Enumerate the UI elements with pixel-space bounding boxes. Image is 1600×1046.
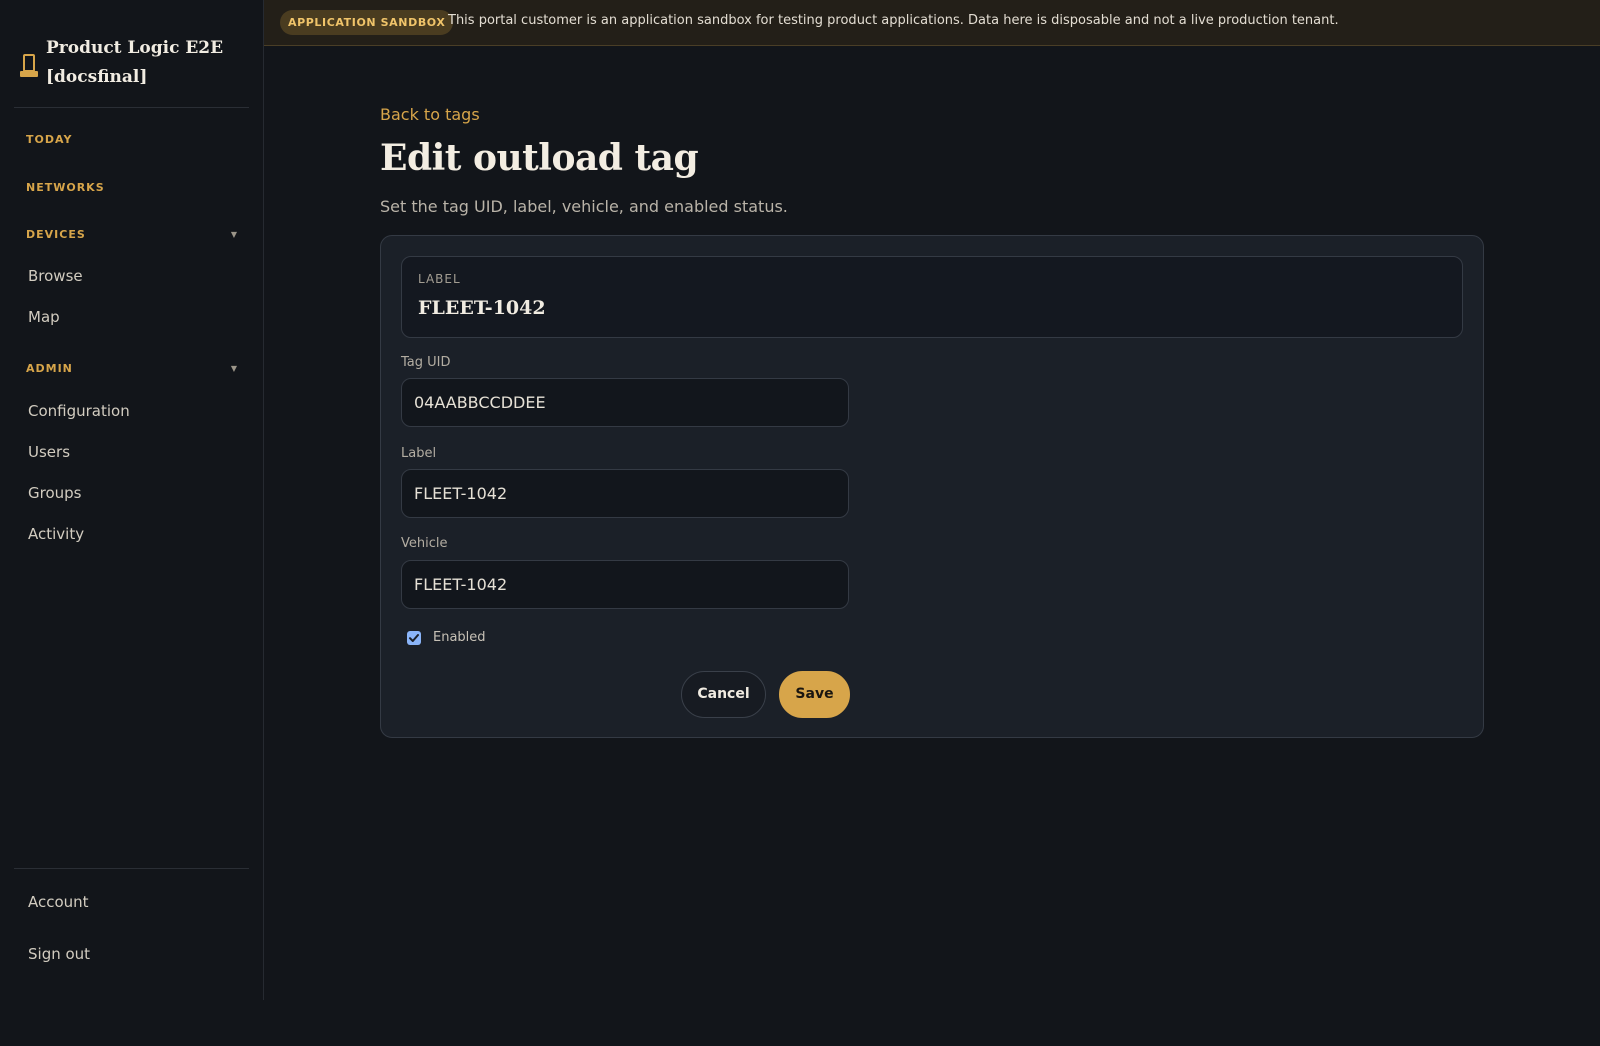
sidebar-item-browse[interactable]: Browse — [28, 264, 238, 288]
back-to-tags-link[interactable]: Back to tags — [380, 104, 480, 126]
nav-networks[interactable]: NETWORKS — [26, 178, 238, 198]
brand-title: Product Logic E2E [docsfinal] — [46, 38, 224, 87]
label-input[interactable] — [401, 469, 849, 518]
nav-admin-section[interactable]: ADMIN ▼ — [26, 359, 238, 379]
edit-tag-form: LABEL FLEET-1042 Tag UID Label Vehicle E… — [380, 235, 1484, 738]
stamp-icon — [18, 53, 40, 81]
enabled-checkbox[interactable] — [407, 631, 421, 645]
nav-admin-label: ADMIN — [26, 362, 73, 375]
sandbox-banner: APPLICATION SANDBOX This portal customer… — [264, 0, 1600, 46]
page-subtitle: Set the tag UID, label, vehicle, and ena… — [380, 197, 788, 216]
chevron-down-icon: ▼ — [230, 230, 238, 239]
preview-label: LABEL — [418, 272, 461, 286]
label-preview: LABEL FLEET-1042 — [401, 256, 1463, 338]
preview-value: FLEET-1042 — [418, 297, 546, 319]
vehicle-label: Vehicle — [401, 536, 448, 551]
sidebar-item-users[interactable]: Users — [28, 440, 238, 464]
label-field-label: Label — [401, 446, 437, 461]
cancel-button[interactable]: Cancel — [681, 671, 766, 718]
sidebar-item-map[interactable]: Map — [28, 305, 238, 329]
nav-today[interactable]: TODAY — [26, 130, 238, 150]
banner-text: This portal customer is an application s… — [448, 13, 1339, 28]
app-root: Product Logic E2E [docsfinal] TODAY NETW… — [0, 0, 1600, 1046]
tag-uid-input[interactable] — [401, 378, 849, 427]
nav-devices-section[interactable]: DEVICES ▼ — [26, 225, 238, 245]
page-title: Edit outload tag — [380, 137, 699, 179]
tag-uid-label: Tag UID — [401, 355, 451, 370]
sidebar-divider — [14, 868, 249, 869]
sidebar-item-sign-out[interactable]: Sign out — [28, 942, 238, 966]
vehicle-input[interactable] — [401, 560, 849, 609]
sidebar-item-configuration[interactable]: Configuration — [28, 399, 238, 423]
sidebar-item-account[interactable]: Account — [28, 890, 238, 914]
chevron-down-icon: ▼ — [230, 364, 238, 373]
sidebar: Product Logic E2E [docsfinal] TODAY NETW… — [0, 0, 264, 1000]
brand[interactable]: Product Logic E2E [docsfinal] — [14, 0, 249, 108]
sandbox-badge: APPLICATION SANDBOX — [280, 10, 454, 35]
sidebar-item-activity[interactable]: Activity — [28, 522, 238, 546]
enabled-label: Enabled — [433, 630, 486, 645]
sidebar-item-groups[interactable]: Groups — [28, 481, 238, 505]
nav-devices-label: DEVICES — [26, 228, 86, 241]
save-button[interactable]: Save — [779, 671, 850, 718]
